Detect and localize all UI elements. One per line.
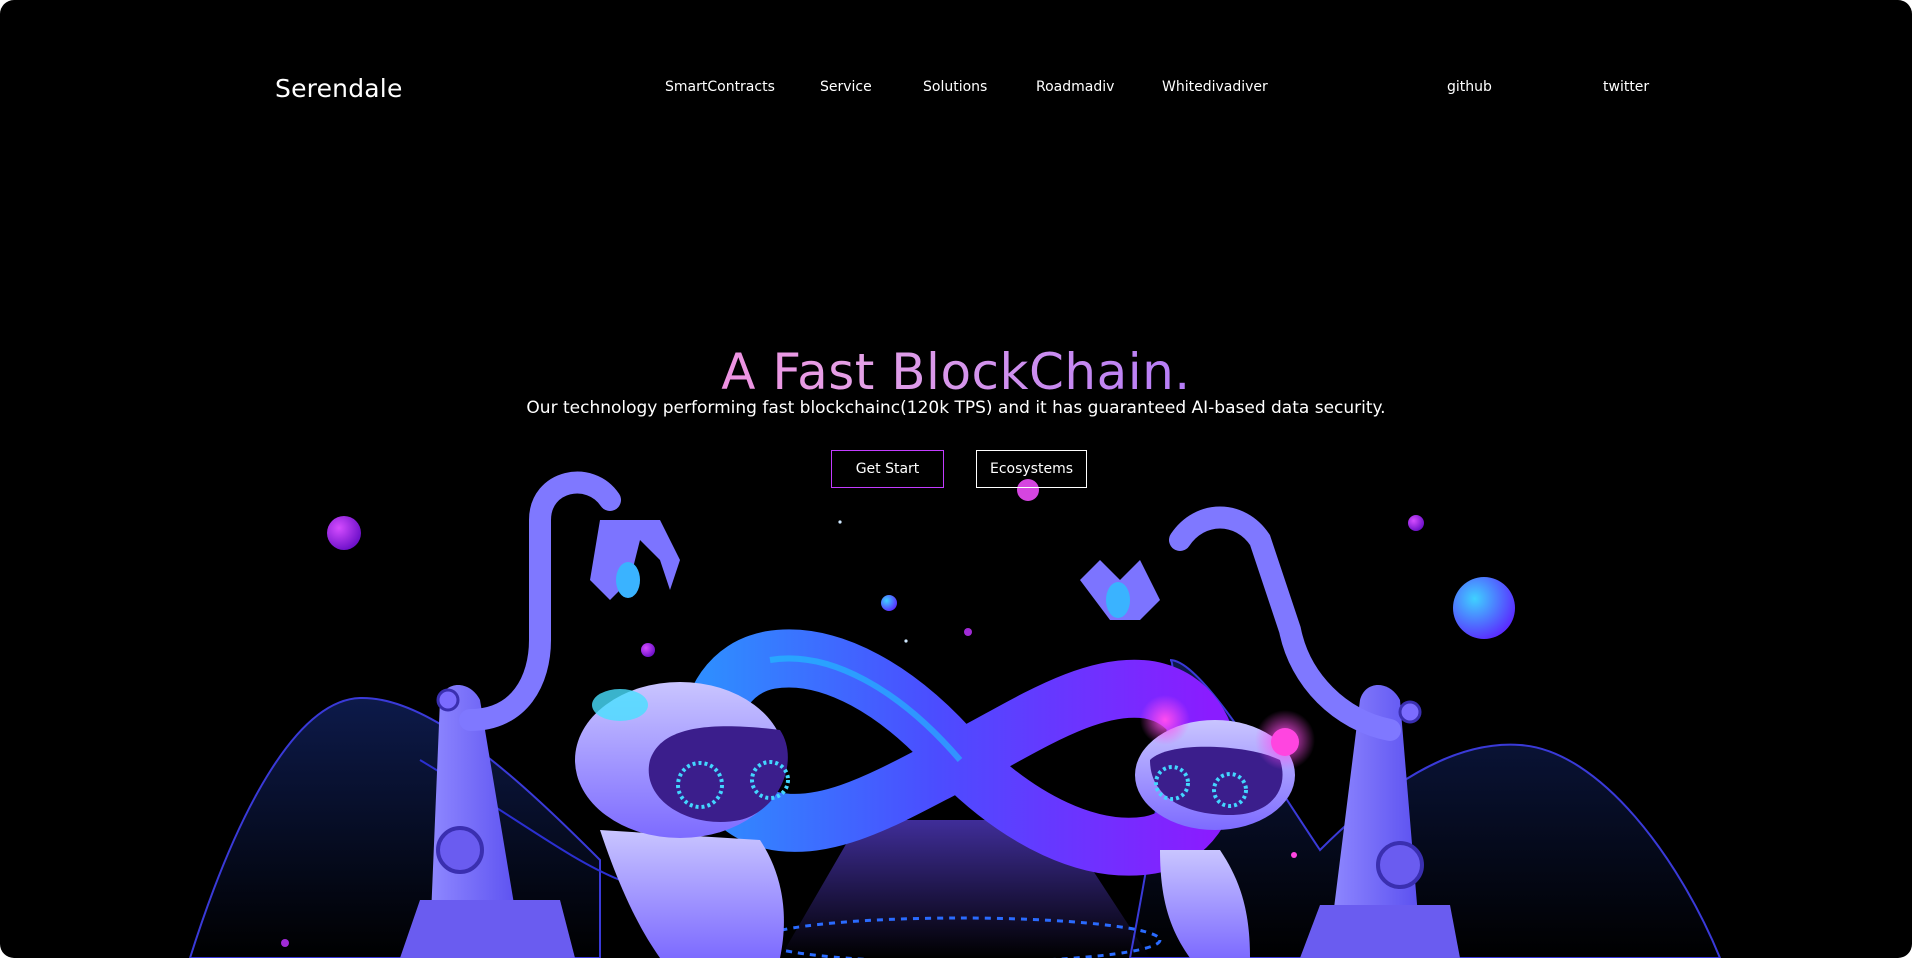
nav-item-smartcontracts[interactable]: SmartContracts xyxy=(665,79,775,95)
main-nav: SmartContracts Service Solutions Roadmad… xyxy=(0,79,1912,99)
nav-item-whitepaper[interactable]: Whitedivadiver xyxy=(1162,79,1268,95)
get-start-button[interactable]: Get Start xyxy=(831,450,944,488)
nav-item-roadmap[interactable]: Roadmadiv xyxy=(1036,79,1114,95)
nav-item-twitter[interactable]: twitter xyxy=(1603,79,1649,95)
ecosystems-button[interactable]: Ecosystems xyxy=(976,450,1087,488)
nav-item-github[interactable]: github xyxy=(1447,79,1492,95)
robots-infinity-illustration xyxy=(188,471,1722,958)
page-frame: Serendale SmartContracts Service Solutio… xyxy=(0,0,1912,958)
hero-title: A Fast BlockChain. xyxy=(0,343,1912,401)
nav-item-solutions[interactable]: Solutions xyxy=(923,79,987,95)
hero-subtitle: Our technology performing fast blockchai… xyxy=(526,398,1386,418)
nav-item-service[interactable]: Service xyxy=(820,79,872,95)
